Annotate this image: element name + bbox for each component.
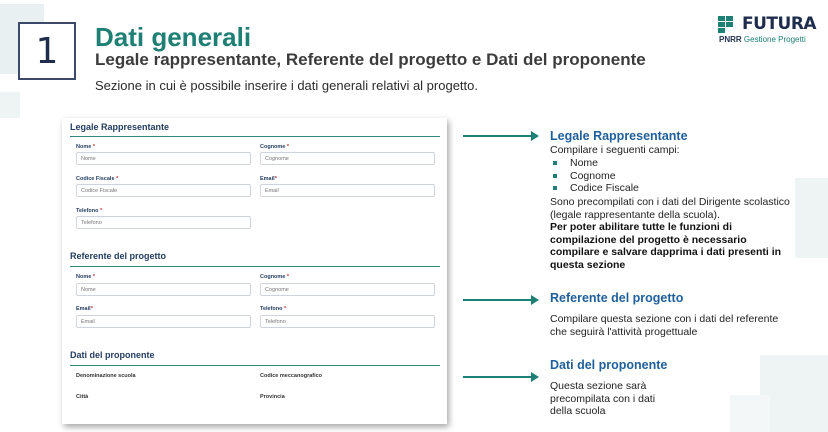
email-input[interactable]: [260, 184, 435, 197]
section-title-referente: Referente del progetto: [70, 251, 167, 261]
logo-name: FUTURA: [742, 14, 817, 34]
explain-legale-intro: Compilare i seguenti campi:: [550, 144, 680, 156]
page-description: Sezione in cui è possibile inserire i da…: [95, 78, 478, 93]
logo-sub-text: Gestione Progetti: [743, 35, 806, 44]
provincia-label: Provincia: [260, 394, 285, 400]
explain-proponente-heading: Dati del proponente: [550, 358, 668, 372]
step-number: 1: [18, 22, 76, 80]
explain-legale-heading: Legale Rappresentante: [550, 129, 688, 143]
telefono-input[interactable]: [76, 216, 251, 229]
form-screenshot: Legale Rappresentante Nome * Cognome * C…: [62, 118, 447, 424]
ref-cognome-label: Cognome *: [260, 274, 290, 280]
ref-telefono-label: Telefono *: [260, 306, 287, 312]
section-title-proponente: Dati del proponente: [70, 350, 155, 360]
denominazione-label: Denominazione scuola: [76, 373, 136, 379]
explain-legale-list: Nome Cognome Codice Fiscale: [550, 157, 639, 195]
arrow-right-icon: [463, 372, 539, 382]
explain-legale-note: Sono precompilati con i dati del Dirigen…: [550, 196, 790, 221]
email-label: Email*: [260, 176, 277, 182]
arrow-right-icon: [463, 295, 539, 305]
page-subtitle: Legale rappresentante, Referente del pro…: [95, 50, 646, 69]
decor-square: [795, 178, 828, 258]
telefono-label: Telefono *: [76, 208, 103, 214]
ref-cognome-input[interactable]: [260, 283, 435, 296]
ref-nome-input[interactable]: [76, 283, 251, 296]
codice-fiscale-label: Codice Fiscale *: [76, 176, 119, 182]
cognome-label: Cognome *: [260, 144, 290, 150]
explain-proponente-text: Questa sezione sarà precompilata con i d…: [550, 380, 656, 417]
page-title: Dati generali: [95, 22, 252, 52]
codice-meccanografico-label: Codice meccanografico: [260, 373, 323, 379]
arrow-right-icon: [463, 131, 539, 141]
nome-label: Nome *: [76, 144, 95, 150]
explain-referente-heading: Referente del progetto: [550, 291, 684, 305]
section-divider: [70, 266, 440, 267]
futura-mark-icon: [718, 16, 740, 36]
decor-square: [760, 355, 828, 432]
explain-referente-text: Compilare questa sezione con i dati del …: [550, 313, 779, 338]
codice-fiscale-input[interactable]: [76, 184, 251, 197]
list-item: Cognome: [550, 170, 639, 183]
section-divider: [70, 136, 440, 137]
logo-sub-brand: PNRR: [719, 35, 742, 44]
section-title-legale: Legale Rappresentante: [70, 122, 170, 132]
explain-legale-bold-note: Per poter abilitare tutte le funzioni di…: [550, 221, 782, 271]
nome-input[interactable]: [76, 152, 251, 165]
futura-logo: FUTURA PNRR Gestione Progetti: [718, 14, 823, 45]
ref-email-label: Email*: [76, 306, 93, 312]
logo-subtitle: PNRR Gestione Progetti: [719, 35, 806, 44]
citta-label: Città: [76, 394, 89, 400]
decor-square: [730, 395, 770, 432]
list-item: Nome: [550, 157, 639, 170]
ref-email-input[interactable]: [76, 315, 251, 328]
ref-telefono-input[interactable]: [260, 315, 435, 328]
decor-square: [0, 92, 20, 118]
section-divider: [70, 365, 440, 366]
list-item: Codice Fiscale: [550, 182, 639, 195]
cognome-input[interactable]: [260, 152, 435, 165]
ref-nome-label: Nome *: [76, 274, 95, 280]
